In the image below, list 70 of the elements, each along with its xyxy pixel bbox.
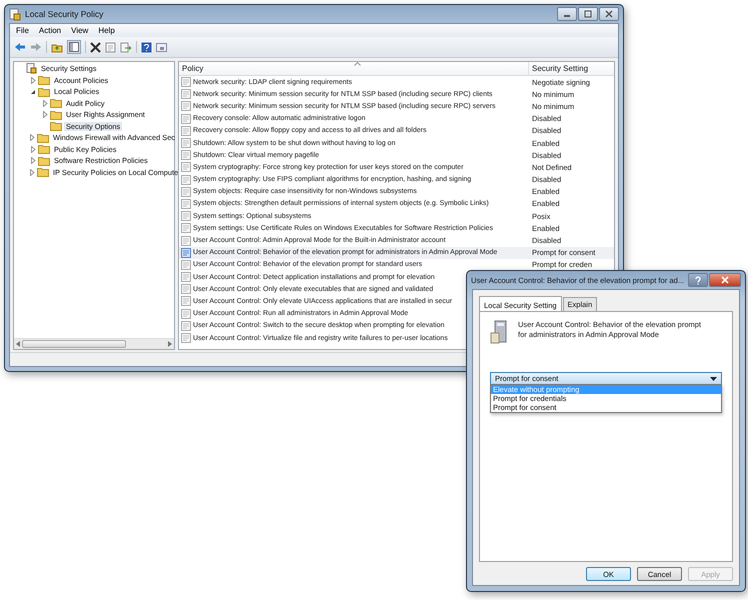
dropdown-arrow-icon	[710, 376, 717, 380]
folder-icon	[50, 110, 62, 120]
expand-arrow-icon[interactable]	[42, 100, 48, 107]
menu-item[interactable]: View	[71, 26, 88, 35]
policy-item-icon	[181, 223, 191, 234]
policy-item-icon	[181, 248, 191, 258]
column-header[interactable]: Policy	[179, 62, 529, 75]
policy-item-icon	[181, 333, 191, 344]
help-icon[interactable]	[141, 42, 152, 52]
export-icon[interactable]	[120, 42, 132, 52]
window-title: Local Security Policy	[25, 9, 104, 19]
folder-icon	[50, 98, 62, 108]
policy-item-icon	[181, 101, 191, 112]
expand-arrow-icon[interactable]	[29, 134, 35, 142]
folder-icon	[38, 75, 50, 86]
policy-item-icon	[181, 284, 191, 294]
policy-item-icon	[181, 77, 191, 88]
scroll-left-icon[interactable]	[16, 341, 20, 347]
policy-item-icon	[181, 138, 191, 148]
folder-icon	[38, 86, 50, 97]
minimize-button[interactable]	[557, 7, 577, 21]
folder-icon	[37, 132, 49, 143]
menu-item[interactable]: File	[16, 26, 29, 35]
folder-icon	[38, 144, 50, 154]
maximize-icon	[584, 10, 592, 18]
expand-arrow-icon[interactable]	[29, 168, 35, 176]
policy-item-icon	[181, 308, 191, 319]
policy-item-icon	[181, 236, 191, 246]
policy-item-icon	[181, 126, 191, 136]
help-icon	[694, 276, 702, 284]
expand-arrow-icon[interactable]	[30, 76, 36, 84]
policy-item-icon	[181, 211, 191, 222]
close-button[interactable]	[599, 7, 619, 21]
expand-arrow-icon[interactable]	[30, 157, 36, 164]
policy-item-icon	[181, 260, 191, 270]
policy-item-icon	[181, 198, 191, 209]
show-tree-button[interactable]	[67, 40, 81, 54]
policy-item-icon	[181, 272, 191, 282]
folder-icon	[38, 156, 50, 166]
help-button[interactable]	[688, 273, 708, 287]
close-icon	[605, 10, 613, 18]
delete-icon[interactable]	[90, 42, 101, 52]
close-icon	[721, 276, 730, 284]
policy-item-icon	[181, 174, 191, 185]
policy-item-icon	[181, 320, 191, 331]
policy-item-icon	[181, 150, 191, 160]
window-icon[interactable]	[156, 42, 167, 52]
forward-icon[interactable]	[30, 42, 42, 52]
expand-arrow-icon[interactable]	[42, 111, 48, 118]
policy-item-icon	[181, 114, 191, 124]
folder-icon	[37, 167, 49, 178]
policy-item-icon	[181, 89, 191, 100]
back-icon[interactable]	[14, 42, 26, 52]
close-button[interactable]	[709, 273, 742, 287]
column-header[interactable]: Security Setting	[529, 62, 604, 75]
menu-item[interactable]: Action	[38, 26, 62, 35]
server-icon	[490, 320, 508, 344]
horizontal-scrollbar[interactable]	[14, 338, 174, 349]
folder-up-icon[interactable]	[51, 42, 63, 52]
menu-item[interactable]: Help	[98, 26, 115, 35]
policy-item-icon	[181, 162, 191, 172]
policy-item-icon	[181, 186, 191, 197]
policy-item-icon	[181, 296, 191, 306]
expand-arrow-icon[interactable]	[30, 146, 36, 153]
scroll-right-icon[interactable]	[168, 341, 172, 347]
maximize-button[interactable]	[578, 7, 598, 21]
policy-icon	[9, 8, 21, 20]
properties-icon[interactable]	[105, 42, 116, 52]
collapse-arrow-icon[interactable]	[30, 88, 36, 95]
folder-icon	[50, 121, 62, 132]
